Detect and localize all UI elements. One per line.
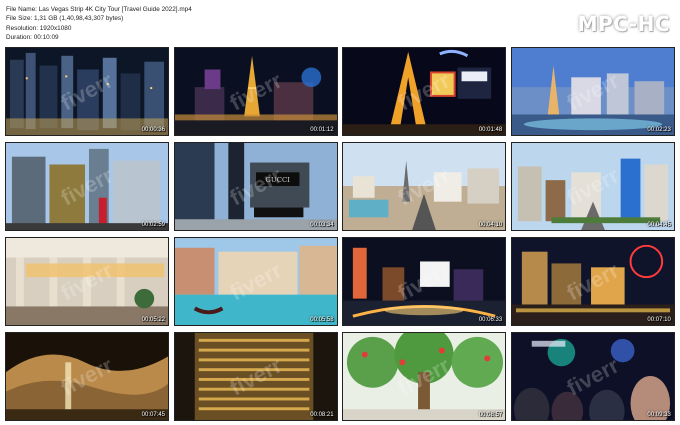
thumbnail-image — [511, 143, 674, 230]
thumbnail-timestamp: 00:05:58 — [310, 317, 334, 323]
thumbnail-image — [511, 48, 674, 135]
thumbnail-timestamp: 00:06:33 — [478, 317, 503, 323]
file-size-label: File Size: 1,31 GB (1,40,98,43,307 bytes… — [6, 15, 124, 23]
thumbnail-timestamp: 00:03:34 — [310, 222, 334, 228]
thumbnail-timestamp: 00:04:10 — [478, 222, 503, 228]
thumbnail[interactable]: fiverr 00:04:10 — [342, 142, 507, 231]
thumbnail[interactable]: fiverr 00:07:45 — [5, 332, 169, 421]
thumbnail-timestamp: 00:08:21 — [310, 412, 334, 418]
thumbnail-timestamp: 00:07:45 — [141, 412, 165, 418]
thumbnail-timestamp: 00:08:57 — [478, 412, 503, 418]
thumbnail-image — [174, 333, 337, 420]
thumbnail[interactable]: fiverr 00:05:22 — [5, 237, 169, 326]
thumbnail-timestamp: 00:02:59 — [141, 222, 165, 228]
thumbnail-timestamp: 00:01:12 — [310, 127, 334, 133]
thumbnail[interactable]: fiverr 00:02:59 — [5, 142, 169, 231]
thumbnail-image — [343, 48, 506, 135]
thumbnail-image — [6, 48, 168, 135]
thumbnail-image — [343, 333, 506, 420]
thumbnail-image — [6, 238, 168, 325]
thumbnail-timestamp: 00:05:22 — [141, 317, 165, 323]
file-info: File Name: Las Vegas Strip 4K City Tour … — [6, 5, 192, 43]
thumbnail-timestamp: 00:07:10 — [647, 317, 671, 323]
thumbnail-timestamp: 00:09:33 — [647, 412, 671, 418]
thumbnail-timestamp: 00:00:36 — [141, 127, 165, 133]
thumbnail[interactable]: fiverr 00:06:33 — [342, 237, 507, 326]
thumbnail[interactable]: fiverr 00:02:23 — [510, 47, 675, 136]
thumbnail-image — [511, 238, 674, 325]
thumbnail-timestamp: 00:02:23 — [647, 127, 671, 133]
thumbnail-timestamp: 00:04:45 — [647, 222, 671, 228]
thumbnail-image — [174, 238, 337, 325]
mpc-hc-logo: MPC-HC — [577, 12, 670, 36]
thumbnail-image — [343, 238, 506, 325]
thumbnail[interactable]: fiverr 00:01:12 — [173, 47, 338, 136]
thumbnail-image — [6, 143, 168, 230]
thumbnail[interactable]: GUCCI fiverr 00:03:34 — [173, 142, 338, 231]
svg-text:GUCCI: GUCCI — [265, 176, 290, 184]
thumbnail[interactable]: fiverr 00:05:58 — [173, 237, 338, 326]
file-name-label: File Name: Las Vegas Strip 4K City Tour … — [6, 6, 192, 13]
resolution-label: Resolution: 1920x1080 — [6, 24, 72, 32]
thumbnail-image — [174, 48, 337, 135]
thumbnail-image — [511, 333, 674, 420]
thumbnail[interactable]: fiverr 00:01:48 — [342, 47, 507, 136]
thumbnail[interactable]: fiverr 00:09:33 — [510, 332, 675, 421]
thumbnail[interactable]: fiverr 00:04:45 — [510, 142, 675, 231]
thumbnail-image: GUCCI — [174, 143, 337, 230]
duration-label: Duration: 00:10:09 — [6, 34, 59, 42]
thumbnail[interactable]: fiverr 00:08:21 — [173, 332, 338, 421]
thumbnail[interactable]: fiverr 00:07:10 — [510, 237, 675, 326]
thumbnail[interactable]: fiverr 00:08:57 — [342, 332, 507, 421]
thumbnail-image — [343, 143, 506, 230]
thumbnail-image — [6, 333, 168, 420]
thumbnail-grid: fiverr 00:00:36 fiverr 00:01:12 fiverr 00:0… — [5, 47, 675, 421]
thumbnail-timestamp: 00:01:48 — [478, 127, 503, 133]
thumbnail[interactable]: fiverr 00:00:36 — [5, 47, 169, 136]
